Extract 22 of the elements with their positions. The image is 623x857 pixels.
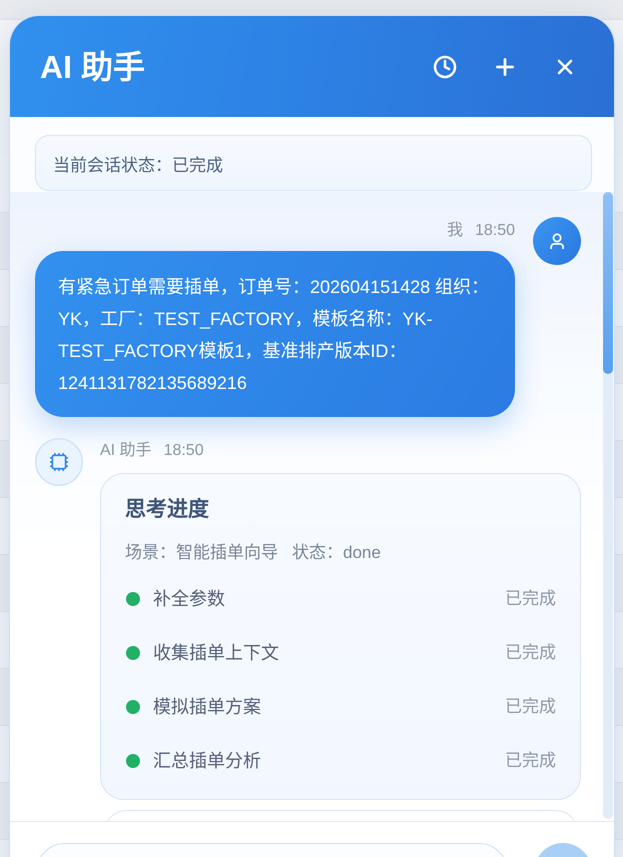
state-text: 状态：done: [292, 542, 381, 564]
step-label: 模拟插单方案: [153, 696, 262, 719]
user-message-bubble: 有紧急订单需要插单，订单号：202604151428 组织：YK，工厂：TEST_FACTORY，模板名称：YK-TEST_FACTORY模板1，基准排产版本ID：1241131782135689216: [35, 251, 515, 417]
card-title: 思考进度: [125, 496, 210, 523]
sender-name: 我: [446, 220, 463, 241]
session-status-banner: 当前会话状态：已完成: [35, 135, 592, 191]
step-status: 已完成: [505, 696, 556, 718]
panel-title: AI 助手: [40, 48, 146, 86]
scene-text: 场景：智能插单向导: [125, 542, 278, 564]
scrollbar-thumb[interactable]: [603, 192, 613, 374]
user-avatar-icon: [533, 217, 581, 265]
step-label: 汇总插单分析: [153, 750, 262, 773]
step-status: 已完成: [505, 642, 556, 664]
clock-icon: [433, 54, 457, 78]
step-label: 补全参数: [153, 588, 226, 611]
sender-name: AI 助手: [100, 440, 152, 461]
chip-avatar-icon: [35, 438, 83, 486]
step-status: 已完成: [505, 588, 556, 610]
step-label: 收集插单上下文: [153, 642, 280, 665]
message-time: 18:50: [164, 441, 204, 461]
step-status: 已完成: [505, 750, 556, 772]
message-time: 18:50: [474, 221, 515, 241]
